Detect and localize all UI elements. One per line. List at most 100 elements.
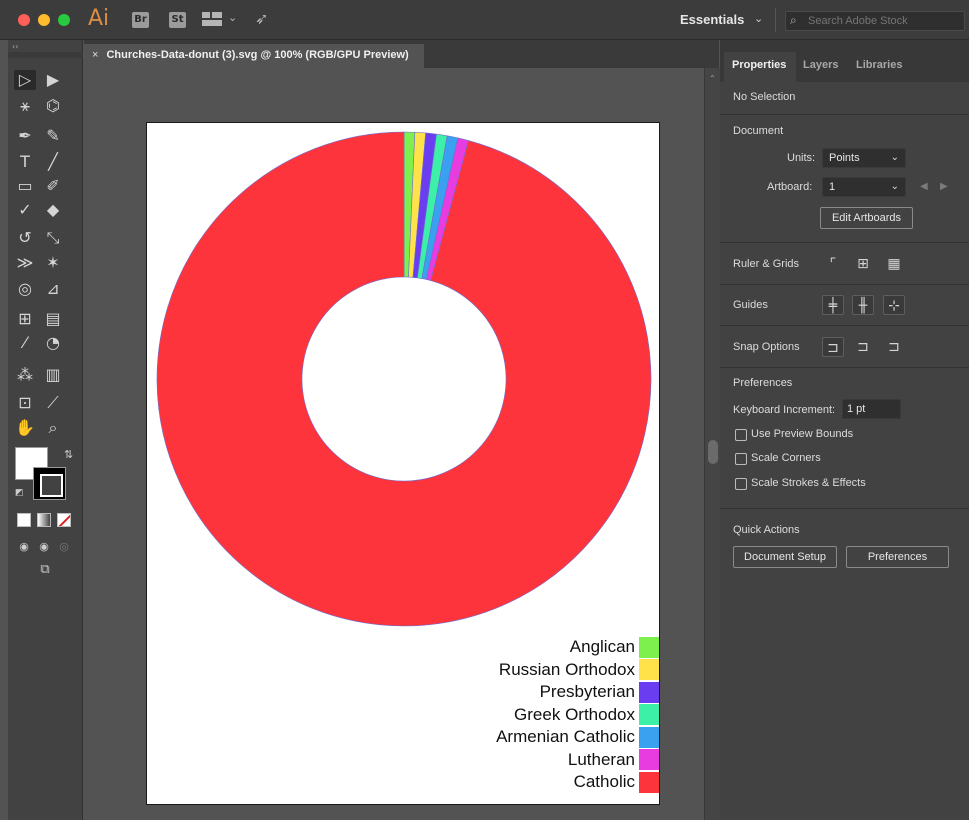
vertical-scrollbar[interactable]: ⌃: [704, 68, 720, 820]
none-mode-button[interactable]: [57, 513, 71, 527]
eyedropper-tool-icon[interactable]: ⁄: [14, 333, 36, 353]
mesh-tool-icon[interactable]: ⊞: [14, 309, 36, 329]
slice-tool-icon[interactable]: ⟋: [42, 393, 64, 413]
use-preview-bounds-checkbox[interactable]: [735, 429, 747, 441]
chevron-down-icon[interactable]: ⌄: [228, 11, 237, 24]
rectangle-tool-icon[interactable]: ▭: [14, 176, 36, 196]
workspace-switcher[interactable]: Essentials: [680, 12, 744, 27]
tab-libraries[interactable]: Libraries: [856, 59, 902, 71]
zoom-window-button[interactable]: [58, 14, 70, 26]
divider: [720, 242, 969, 243]
shaper-tool-icon[interactable]: ✓: [14, 200, 36, 220]
pen-tool-icon[interactable]: ✒: [14, 126, 36, 146]
edit-artboards-button[interactable]: Edit Artboards: [820, 207, 913, 229]
selection-status: No Selection: [733, 91, 796, 103]
scale-strokes-effects-checkbox[interactable]: [735, 478, 747, 490]
perspective-grid-tool-icon[interactable]: ⊿: [42, 279, 64, 299]
chevron-down-icon[interactable]: ⌄: [754, 12, 763, 25]
scroll-up-icon[interactable]: ⌃: [709, 74, 716, 83]
artboard-select[interactable]: 1 ⌄: [822, 177, 906, 197]
divider: [720, 508, 969, 509]
line-tool-icon[interactable]: ╱: [42, 152, 64, 172]
legend-item: Presbyterian: [540, 681, 659, 703]
panel-grip[interactable]: [720, 40, 969, 52]
artboard-label: Artboard:: [767, 181, 813, 193]
grid-icon[interactable]: ⊞: [852, 254, 874, 274]
rulers-icon[interactable]: ⌜: [822, 254, 844, 274]
legend-label: Russian Orthodox: [498, 659, 635, 679]
symbol-sprayer-tool-icon[interactable]: ⁂: [14, 365, 36, 385]
legend-item: Greek Orthodox: [514, 704, 659, 726]
bridge-button[interactable]: Br: [132, 12, 149, 28]
eraser-tool-icon[interactable]: ◆: [42, 200, 64, 220]
preferences-heading: Preferences: [733, 377, 793, 389]
hand-tool-icon[interactable]: ✋: [14, 418, 36, 438]
curvature-tool-icon[interactable]: ✎: [42, 126, 64, 146]
puppet-warp-tool-icon[interactable]: ✶: [42, 253, 64, 273]
document-setup-button[interactable]: Document Setup: [733, 546, 837, 568]
draw-inside-icon[interactable]: ◎: [57, 540, 71, 553]
tab-layers[interactable]: Layers: [803, 59, 838, 71]
collapse-panel-icon[interactable]: ‹‹: [12, 42, 18, 51]
paintbrush-tool-icon[interactable]: ✐: [42, 176, 64, 196]
smart-guides-icon[interactable]: ⊹: [883, 295, 905, 315]
snap-options-heading: Snap Options: [733, 341, 800, 353]
width-tool-icon[interactable]: ≫: [14, 253, 36, 273]
draw-behind-icon[interactable]: ◉: [37, 540, 51, 553]
gradient-mode-button[interactable]: [37, 513, 51, 527]
transparency-grid-icon[interactable]: ▦: [883, 254, 905, 274]
direct-selection-tool-icon[interactable]: ▶: [42, 70, 64, 90]
artboard[interactable]: Anglican Russian Orthodox Presbyterian Gree…: [146, 122, 660, 805]
units-value: Points: [829, 152, 860, 164]
swap-fill-stroke-icon[interactable]: ⇅: [64, 448, 73, 461]
scrollbar-thumb[interactable]: [708, 440, 718, 464]
divider: [720, 114, 969, 115]
panel-grip[interactable]: [8, 52, 83, 58]
gradient-tool-icon[interactable]: ▤: [42, 309, 64, 329]
legend-swatch: [639, 726, 659, 748]
draw-normal-icon[interactable]: ◉: [17, 540, 31, 553]
minimize-window-button[interactable]: [38, 14, 50, 26]
close-window-button[interactable]: [18, 14, 30, 26]
document-tab[interactable]: × Churches-Data-donut (3).svg @ 100% (RGB…: [84, 44, 424, 68]
artboard-tool-icon[interactable]: ⊡: [14, 393, 36, 413]
stock-search-input[interactable]: [808, 14, 958, 28]
legend-label: Presbyterian: [539, 682, 635, 701]
chevron-down-icon: ⌄: [890, 152, 899, 163]
lock-guides-icon[interactable]: ╫: [852, 295, 874, 315]
keyboard-increment-input[interactable]: 1 pt: [842, 399, 901, 419]
scale-corners-label: Scale Corners: [751, 452, 821, 464]
blend-tool-icon[interactable]: ◔: [42, 333, 64, 353]
arrange-documents-icon[interactable]: [202, 12, 222, 26]
legend-item: Armenian Catholic: [496, 726, 659, 748]
show-guides-icon[interactable]: ╪: [822, 295, 844, 315]
shape-builder-tool-icon[interactable]: ◎: [14, 279, 36, 299]
scale-tool-icon[interactable]: ⤡: [42, 228, 64, 248]
type-tool-icon[interactable]: T: [14, 152, 36, 172]
selection-tool-icon[interactable]: ▷: [14, 70, 36, 90]
column-graph-tool-icon[interactable]: ▥: [42, 365, 64, 385]
gpu-performance-icon[interactable]: ➶: [255, 9, 268, 28]
next-artboard-icon[interactable]: ▶: [940, 181, 948, 192]
units-select[interactable]: Points ⌄: [822, 148, 906, 168]
default-fill-stroke-icon[interactable]: ◩: [15, 488, 24, 498]
snap-to-point-icon[interactable]: ⊐: [822, 337, 844, 357]
preferences-button[interactable]: Preferences: [846, 546, 949, 568]
scale-corners-checkbox[interactable]: [735, 453, 747, 465]
divider: [720, 325, 969, 326]
screen-mode-icon[interactable]: ⧉: [34, 562, 56, 578]
stock-search-box[interactable]: ⌕: [785, 11, 965, 31]
magic-wand-tool-icon[interactable]: ⚹: [14, 96, 36, 116]
snap-to-grid-icon[interactable]: ⊐: [852, 337, 874, 357]
close-icon[interactable]: ×: [92, 49, 98, 61]
color-mode-button[interactable]: [17, 513, 31, 527]
donut-slice-catholic[interactable]: [156, 131, 652, 627]
stroke-color-swatch[interactable]: [33, 467, 66, 500]
lasso-tool-icon[interactable]: ⌬: [42, 96, 64, 116]
rotate-tool-icon[interactable]: ↺: [14, 228, 36, 248]
tab-properties[interactable]: Properties: [732, 59, 786, 71]
stock-button[interactable]: St: [169, 12, 186, 28]
snap-to-pixel-icon[interactable]: ⊐: [883, 337, 905, 357]
previous-artboard-icon[interactable]: ◀: [920, 181, 928, 192]
zoom-tool-icon[interactable]: ⌕: [42, 418, 64, 438]
